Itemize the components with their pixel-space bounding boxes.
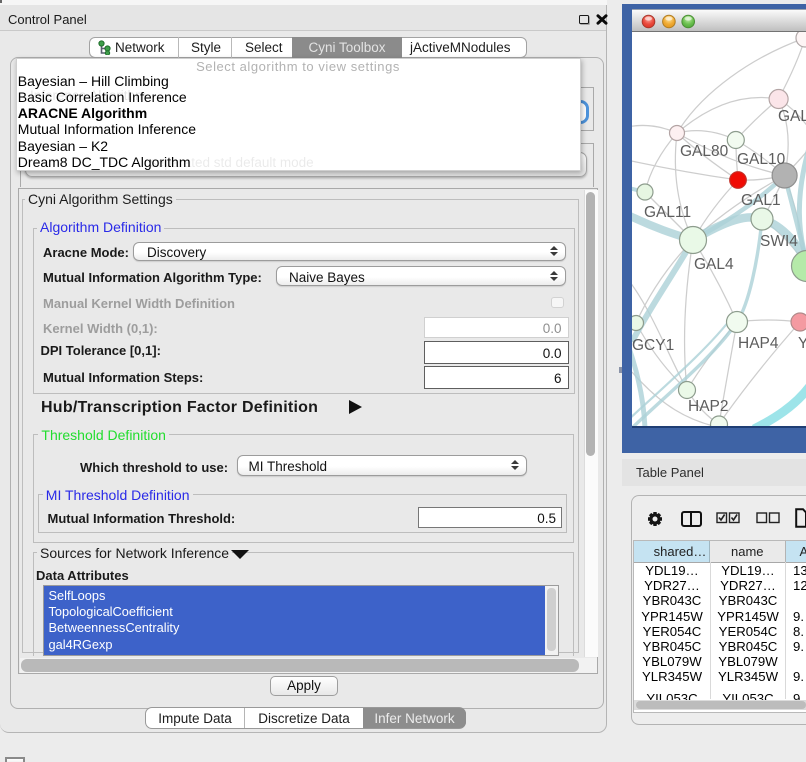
svg-text:GAL80: GAL80	[680, 143, 729, 160]
svg-text:HAP2: HAP2	[688, 398, 729, 415]
svg-text:GAL11: GAL11	[644, 204, 691, 221]
svg-text:Y: Y	[798, 335, 806, 352]
svg-text:GAL1: GAL1	[741, 192, 781, 209]
svg-text:GAL4: GAL4	[694, 256, 734, 273]
svg-text:HAP4: HAP4	[738, 335, 779, 352]
svg-text:GAL7: GAL7	[778, 108, 806, 125]
svg-text:SWI4: SWI4	[760, 233, 798, 250]
svg-text:GCY1: GCY1	[632, 337, 674, 354]
svg-text:GAL10: GAL10	[737, 151, 786, 168]
